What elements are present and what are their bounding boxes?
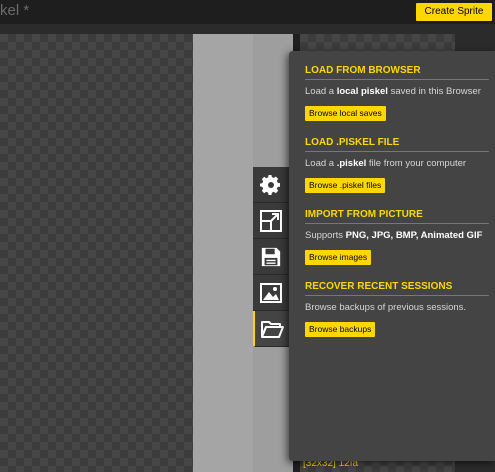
tab-resize[interactable]	[253, 203, 289, 239]
section-title: RECOVER RECENT SESSIONS	[305, 281, 489, 296]
save-icon	[261, 247, 281, 266]
section-title: LOAD .PISKEL FILE	[305, 137, 489, 152]
section-load-from-browser: LOAD FROM BROWSER Load a local piskel sa…	[305, 65, 489, 121]
tab-import[interactable]	[253, 311, 289, 347]
section-title: LOAD FROM BROWSER	[305, 65, 489, 80]
section-description: Load a local piskel saved in this Browse…	[305, 86, 481, 97]
tab-settings[interactable]	[253, 167, 289, 203]
section-load-piskel-file: LOAD .PISKEL FILE Load a .piskel file fr…	[305, 137, 489, 193]
gear-icon	[260, 174, 280, 195]
image-icon	[260, 282, 282, 303]
top-bar: kel * Create Sprite	[0, 0, 495, 24]
create-sprite-button[interactable]: Create Sprite	[416, 3, 492, 21]
section-import-from-picture: IMPORT FROM PICTURE Supports PNG, JPG, B…	[305, 209, 489, 265]
folder-open-icon	[261, 320, 284, 338]
section-description: Browse backups of previous sessions.	[305, 302, 467, 313]
section-description: Load a .piskel file from your computer	[305, 158, 467, 169]
browse-local-saves-button[interactable]: Browse local saves	[305, 106, 386, 121]
tab-save[interactable]	[253, 239, 289, 275]
drawing-canvas[interactable]	[0, 34, 193, 472]
toolbar-strip	[0, 24, 495, 34]
section-recover-sessions: RECOVER RECENT SESSIONS Browse backups o…	[305, 281, 489, 337]
tab-export[interactable]	[253, 275, 289, 311]
settings-tabs	[253, 167, 289, 347]
section-description: Supports PNG, JPG, BMP, Animated GIF	[305, 230, 483, 241]
browse-piskel-files-button[interactable]: Browse .piskel files	[305, 178, 386, 193]
canvas-background	[193, 34, 253, 472]
resize-icon	[260, 209, 282, 232]
section-title: IMPORT FROM PICTURE	[305, 209, 489, 224]
browse-images-button[interactable]: Browse images	[305, 250, 372, 265]
browse-backups-button[interactable]: Browse backups	[305, 322, 376, 337]
import-drawer: LOAD FROM BROWSER Load a local piskel sa…	[289, 51, 495, 461]
app-title: kel *	[0, 2, 30, 19]
